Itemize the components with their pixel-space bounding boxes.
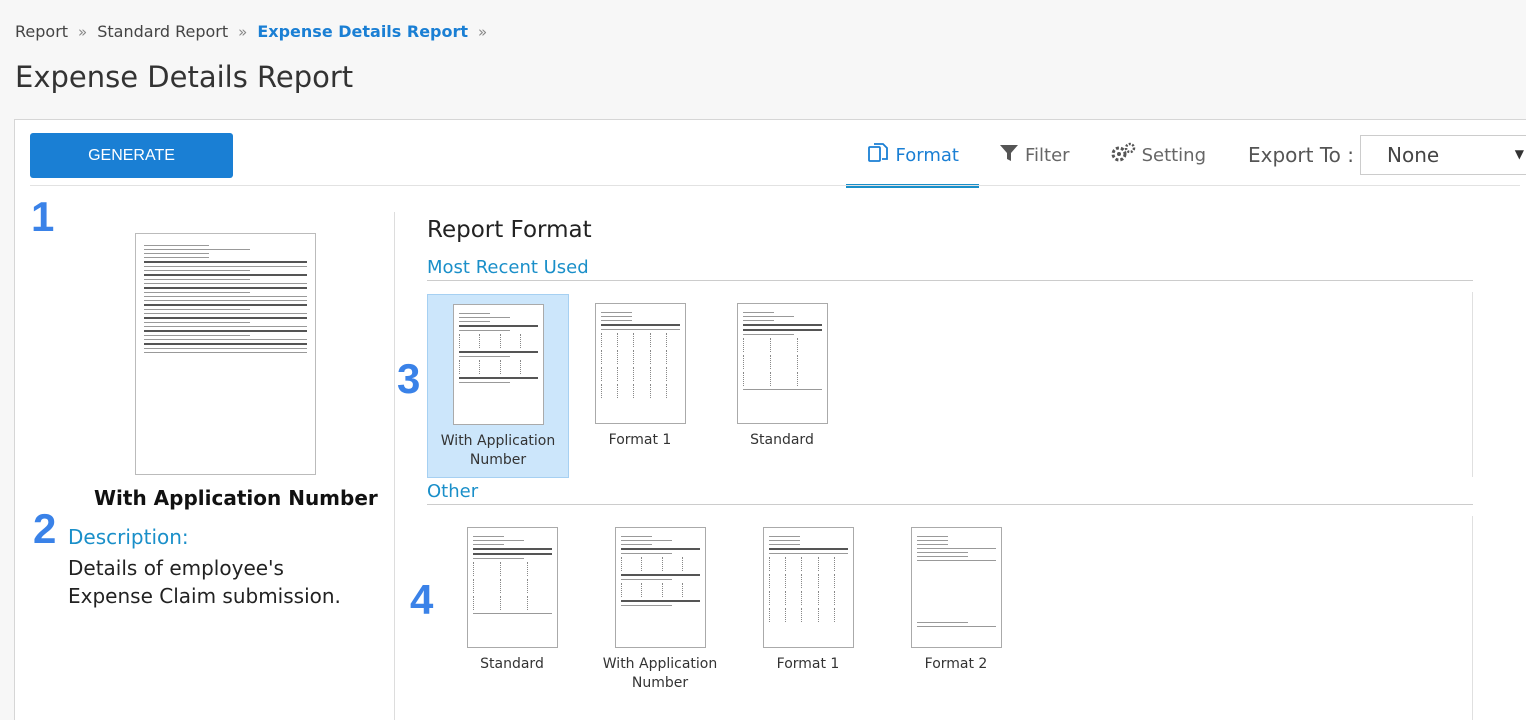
most-recent-divider [427,280,1473,281]
breadcrumb-separator-icon: » [478,22,488,41]
format-card-label: Format 2 [924,656,988,672]
toolbar-divider [30,185,1520,186]
tab-setting-label: Setting [1141,144,1207,166]
tab-filter-label: Filter [1024,144,1070,166]
breadcrumb-report[interactable]: Report [15,22,68,41]
step-number-2: 2 [33,505,57,552]
other-scroll-edge [1472,516,1473,720]
description-text: Details of employee's Expense Claim subm… [68,556,341,608]
tab-setting[interactable]: Setting [1090,132,1226,178]
report-format-title: Report Format [427,217,592,243]
export-select-value: None [1387,143,1440,167]
other-label: Other [427,481,479,502]
format-thumbnail [614,527,706,648]
description-label: Description: [68,525,189,549]
format-card-standard[interactable]: Standard [711,303,853,450]
caret-down-icon: ▼ [1514,147,1524,161]
breadcrumb-expense-details-report[interactable]: Expense Details Report [257,22,468,41]
tab-format-label: Format [895,144,959,166]
step-number-4: 4 [410,576,434,623]
breadcrumb: Report » Standard Report » Expense Detai… [15,22,497,41]
most-recent-label: Most Recent Used [427,257,589,278]
page-title: Expense Details Report [15,60,354,94]
report-panel: GENERATE Format Filter Setting Export To… [14,119,1526,720]
format-card-standard[interactable]: Standard [441,527,583,674]
export-label: Export To : [1248,143,1354,167]
tab-format[interactable]: Format [845,132,980,188]
format-card-label: Standard [480,656,544,672]
format-card-format-1[interactable]: Format 1 [737,527,879,674]
format-thumbnail [452,304,544,425]
format-thumbnail [736,303,828,424]
breadcrumb-separator-icon: » [78,22,88,41]
format-icon [866,141,890,170]
format-card-label: With Application Number [602,656,718,691]
toolbar-tabs: Format Filter Setting Export To : None ▼ [845,132,1526,188]
format-thumbnail [910,527,1002,648]
breadcrumb-separator-icon: » [238,22,248,41]
preview-pane: 1 With Application Number 2 Description:… [15,190,395,720]
format-thumbnail [762,527,854,648]
format-thumbnail [594,303,686,424]
format-card-format-2[interactable]: Format 2 [885,527,1027,674]
most-recent-scroll-edge [1472,292,1473,477]
format-card-label: Format 1 [608,432,672,448]
format-card-label: Standard [750,432,814,448]
format-card-format-1[interactable]: Format 1 [569,303,711,450]
format-card-with-application-number[interactable]: With Application Number [589,527,731,693]
format-thumbnail [466,527,558,648]
generate-button[interactable]: GENERATE [30,133,233,178]
step-number-3: 3 [397,355,421,402]
tab-filter[interactable]: Filter [979,132,1090,178]
export-control: Export To : None ▼ [1248,132,1526,178]
preview-thumbnail [135,233,316,475]
step-number-1: 1 [31,193,55,240]
format-card-label: Format 1 [776,656,840,672]
filter-icon [999,143,1019,168]
format-card-label: With Application Number [440,433,556,468]
preview-title: With Application Number [94,486,378,510]
gears-icon [1110,142,1136,169]
export-select[interactable]: None ▼ [1360,135,1526,175]
other-divider [427,504,1473,505]
format-card-with-application-number[interactable]: With Application Number [427,294,569,478]
breadcrumb-standard-report[interactable]: Standard Report [97,22,228,41]
